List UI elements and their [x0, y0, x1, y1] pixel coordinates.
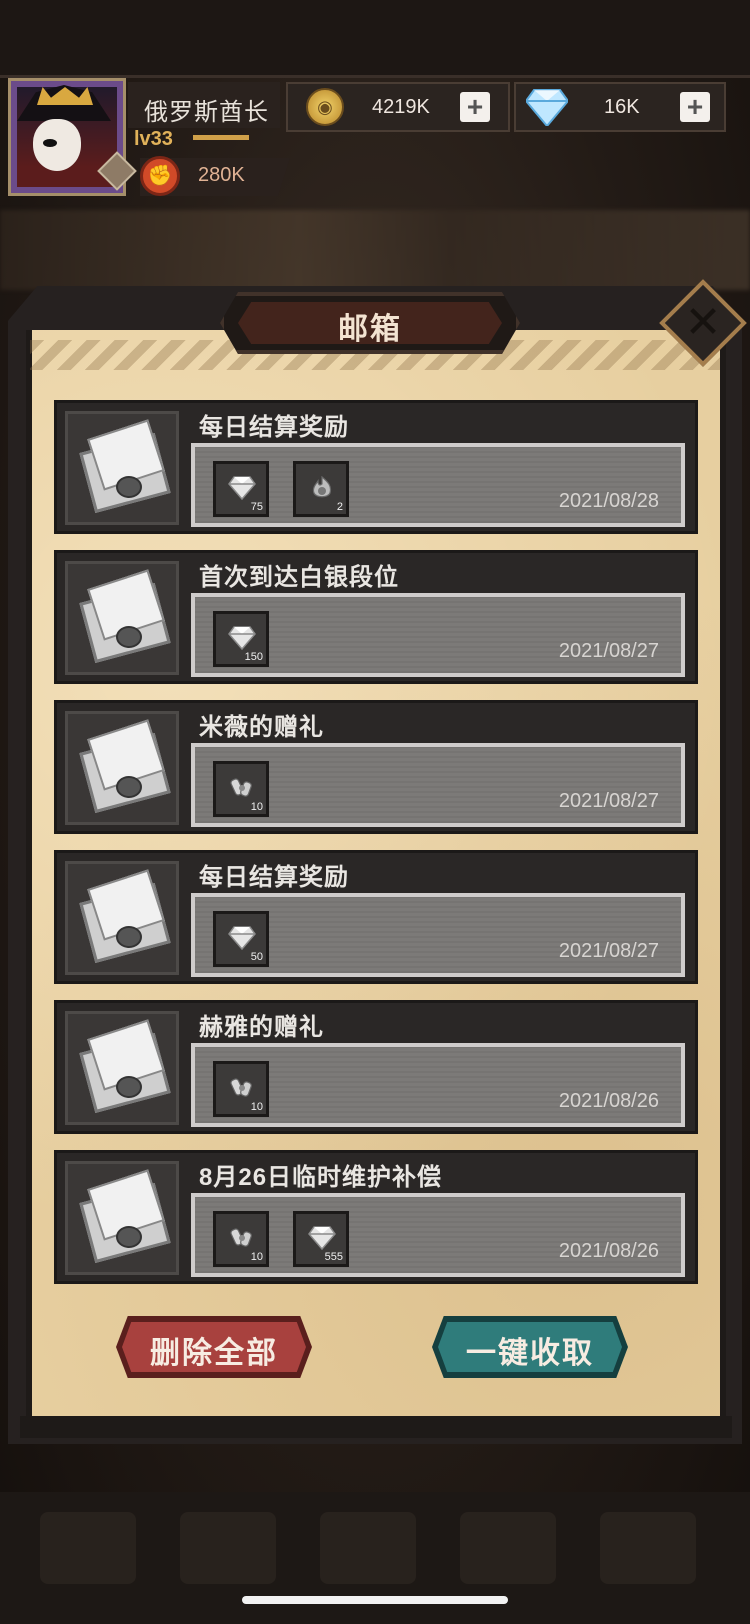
- wax-seal: [116, 1226, 142, 1248]
- mail-rewards-area: 150 2021/08/27: [191, 593, 685, 677]
- reward-item[interactable]: 75: [213, 461, 269, 517]
- reward-item[interactable]: 10: [213, 1061, 269, 1117]
- add-gold-button[interactable]: +: [460, 92, 490, 122]
- avatar-eye: [43, 139, 57, 147]
- collect-all-button[interactable]: 一键收取: [432, 1316, 628, 1378]
- mail-envelope-box: [65, 1161, 179, 1275]
- reward-item[interactable]: 555: [293, 1211, 349, 1267]
- nav-slot[interactable]: [320, 1512, 416, 1584]
- reward-item[interactable]: 10: [213, 761, 269, 817]
- reward-count: 10: [250, 1101, 263, 1113]
- reward-item[interactable]: 10: [213, 1211, 269, 1267]
- mail-title: 米薇的赠礼: [199, 714, 324, 741]
- player-level: lv33: [134, 128, 173, 150]
- nav-slot[interactable]: [460, 1512, 556, 1584]
- close-icon[interactable]: ✕: [672, 292, 734, 354]
- reward-count: 555: [324, 1251, 343, 1263]
- mail-date: 2021/08/27: [558, 790, 659, 812]
- home-indicator[interactable]: [242, 1596, 508, 1604]
- mail-date: 2021/08/27: [558, 640, 659, 662]
- mail-date: 2021/08/27: [558, 940, 659, 962]
- wax-seal: [116, 476, 142, 498]
- wax-seal: [116, 776, 142, 798]
- page-title: 邮箱: [338, 313, 402, 346]
- mail-item[interactable]: 每日结算奖励 75 2 2021/08/28: [54, 400, 698, 534]
- reward-item[interactable]: 2: [293, 461, 349, 517]
- wax-seal: [116, 1076, 142, 1098]
- mail-rewards-area: 10 555 2021/08/26: [191, 1193, 685, 1277]
- mail-title: 每日结算奖励: [199, 414, 349, 441]
- reward-count: 150: [244, 651, 263, 663]
- power-value: 280K: [198, 164, 245, 186]
- collect-all-label: 一键收取: [466, 1337, 594, 1370]
- mail-envelope-box: [65, 411, 179, 525]
- reward-count: 10: [250, 1251, 263, 1263]
- reward-item[interactable]: 150: [213, 611, 269, 667]
- mail-rewards-area: 10 2021/08/27: [191, 743, 685, 827]
- diamond-icon: [526, 89, 568, 126]
- mail-item[interactable]: 每日结算奖励 50 2021/08/27: [54, 850, 698, 984]
- mail-date: 2021/08/28: [558, 490, 659, 512]
- mail-envelope-box: [65, 711, 179, 825]
- mail-item[interactable]: 米薇的赠礼 10 2021/08/27: [54, 700, 698, 834]
- mail-envelope-box: [65, 1011, 179, 1125]
- reward-count: 10: [250, 801, 263, 813]
- mail-rewards-area: 50 2021/08/27: [191, 893, 685, 977]
- mail-title: 首次到达白银段位: [199, 564, 399, 591]
- nav-slot[interactable]: [180, 1512, 276, 1584]
- delete-all-button[interactable]: 删除全部: [116, 1316, 312, 1378]
- player-name: 俄罗斯酋长: [144, 99, 269, 126]
- mail-item[interactable]: 首次到达白银段位 150 2021/08/27: [54, 550, 698, 684]
- xp-progress-bar: [193, 135, 249, 140]
- reward-item[interactable]: 50: [213, 911, 269, 967]
- mail-envelope-box: [65, 561, 179, 675]
- player-avatar[interactable]: [8, 78, 137, 196]
- nav-slot[interactable]: [40, 1512, 136, 1584]
- mail-rewards-area: 75 2 2021/08/28: [191, 443, 685, 527]
- nav-slot[interactable]: [600, 1512, 696, 1584]
- status-bar-area: [0, 0, 750, 78]
- gold-amount: 4219K: [372, 96, 430, 118]
- fist-icon: ✊: [140, 156, 180, 196]
- mail-title: 每日结算奖励: [199, 864, 349, 891]
- wax-seal: [116, 926, 142, 948]
- delete-all-label: 删除全部: [150, 1337, 278, 1370]
- gold-coin-icon: ◉: [306, 88, 344, 126]
- background-scenery: [0, 210, 750, 290]
- mail-date: 2021/08/26: [558, 1090, 659, 1112]
- mail-envelope-box: [65, 861, 179, 975]
- add-gems-button[interactable]: +: [680, 92, 710, 122]
- reward-count: 75: [250, 501, 263, 513]
- mail-item[interactable]: 8月26日临时维护补偿 10 555 2021/08/26: [54, 1150, 698, 1284]
- mail-item[interactable]: 赫雅的赠礼 10 2021/08/26: [54, 1000, 698, 1134]
- reward-count: 2: [336, 501, 343, 513]
- mail-title: 赫雅的赠礼: [199, 1014, 324, 1041]
- reward-count: 50: [250, 951, 263, 963]
- panel-bottom-border: [20, 1416, 732, 1438]
- mail-title: 8月26日临时维护补偿: [199, 1164, 443, 1191]
- mail-rewards-area: 10 2021/08/26: [191, 1043, 685, 1127]
- avatar-face: [33, 119, 81, 171]
- wax-seal: [116, 626, 142, 648]
- gem-amount: 16K: [604, 96, 640, 118]
- mail-date: 2021/08/26: [558, 1240, 659, 1262]
